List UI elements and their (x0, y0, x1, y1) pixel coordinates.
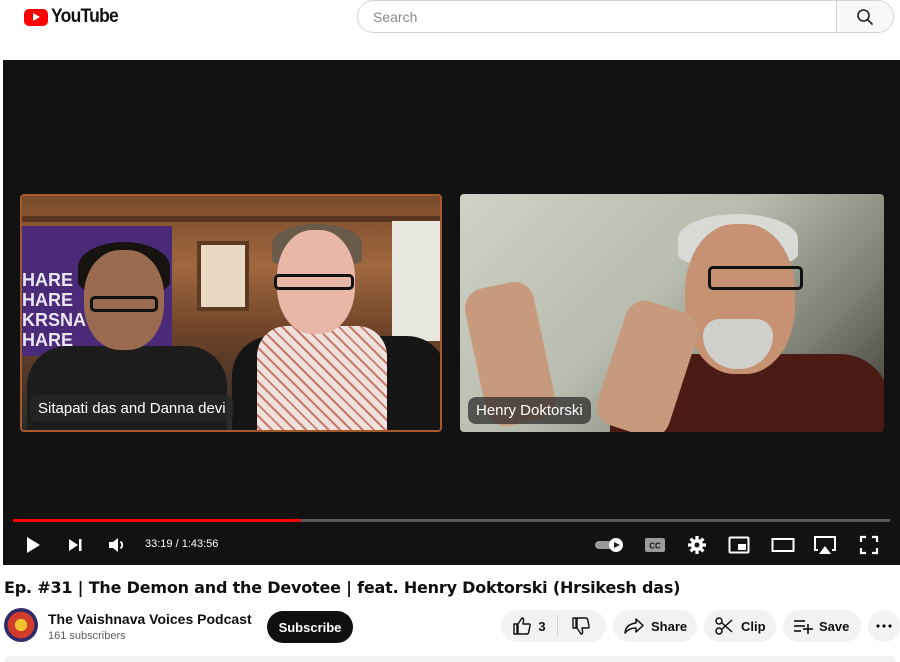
description-box-edge (4, 656, 896, 662)
like-dislike-group: 3 (501, 610, 606, 642)
search-icon (857, 8, 873, 25)
youtube-logo-icon (24, 8, 48, 26)
airplay-button[interactable] (811, 532, 839, 558)
settings-button[interactable] (683, 532, 711, 558)
top-bar: YouTube (0, 0, 900, 34)
airplay-icon (814, 536, 836, 554)
clip-button[interactable]: Clip (704, 610, 776, 642)
play-button[interactable] (19, 532, 47, 558)
thumbs-up-icon (513, 617, 532, 635)
captions-icon: CC (645, 538, 665, 552)
share-button[interactable]: Share (613, 610, 697, 642)
scissors-icon (715, 617, 733, 635)
fullscreen-button[interactable] (855, 532, 883, 558)
clip-label: Clip (741, 618, 766, 634)
youtube-logo[interactable]: YouTube (24, 6, 124, 28)
participant-name-tag: Sitapati das and Danna devi (30, 395, 234, 422)
search-box (357, 0, 894, 33)
next-button[interactable] (61, 532, 89, 558)
dislike-button[interactable] (558, 610, 604, 642)
background-shelf (22, 216, 440, 222)
participant-name-tag: Henry Doktorski (468, 397, 591, 424)
participant-tile-left: HARE HARE KRSNA HARE Sitapati das and Danna… (20, 194, 442, 432)
svg-text:CC: CC (649, 542, 661, 551)
player-controls: 33:19 / 1:43:56 CC (3, 530, 900, 560)
volume-icon (109, 538, 124, 552)
progress-bar-played (13, 519, 301, 522)
theater-mode-button[interactable] (769, 532, 797, 558)
miniplayer-button[interactable] (725, 532, 753, 558)
fullscreen-icon (859, 535, 879, 555)
save-label: Save (819, 618, 850, 634)
person-scarf (257, 326, 387, 430)
miniplayer-icon (728, 536, 750, 554)
wreath-window (197, 241, 249, 311)
video-title: Ep. #31 | The Demon and the Devotee | fe… (4, 578, 681, 597)
logo-text: YouTube (51, 6, 119, 27)
banner-lettering: HARE HARE KRSNA HARE (22, 270, 87, 350)
channel-name[interactable]: The Vaishnava Voices Podcast (48, 611, 252, 627)
search-input[interactable] (358, 1, 836, 32)
participant-tile-right: Henry Doktorski (460, 194, 884, 432)
share-icon (624, 618, 644, 634)
channel-row: The Vaishnava Voices Podcast 161 subscri… (0, 606, 900, 648)
search-button[interactable] (836, 1, 893, 32)
glasses (274, 274, 354, 290)
channel-avatar[interactable] (4, 608, 38, 642)
play-icon (27, 537, 40, 553)
captions-button[interactable]: CC (641, 532, 669, 558)
save-button[interactable]: Save (783, 610, 861, 642)
like-button[interactable]: 3 (501, 610, 557, 642)
background-window (392, 221, 440, 341)
glasses (708, 266, 803, 290)
more-actions-button[interactable] (868, 610, 900, 642)
thumbs-down-icon (572, 617, 590, 635)
like-count: 3 (538, 618, 546, 634)
video-player[interactable]: HARE HARE KRSNA HARE Sitapati das and Danna… (3, 60, 900, 565)
volume-button[interactable] (103, 532, 131, 558)
save-to-playlist-icon (794, 620, 813, 634)
subscribe-button[interactable]: Subscribe (267, 611, 353, 643)
time-display: 33:19 / 1:43:56 (145, 538, 219, 550)
progress-bar[interactable] (13, 519, 890, 522)
settings-icon (688, 536, 706, 554)
next-icon (69, 539, 82, 551)
autoplay-toggle[interactable] (593, 532, 627, 558)
more-horizontal-icon (876, 624, 892, 628)
glasses (90, 296, 158, 312)
theater-icon (771, 538, 795, 552)
subscriber-count: 161 subscribers (48, 630, 126, 642)
share-label: Share (651, 618, 688, 634)
autoplay-toggle-icon (595, 538, 623, 552)
